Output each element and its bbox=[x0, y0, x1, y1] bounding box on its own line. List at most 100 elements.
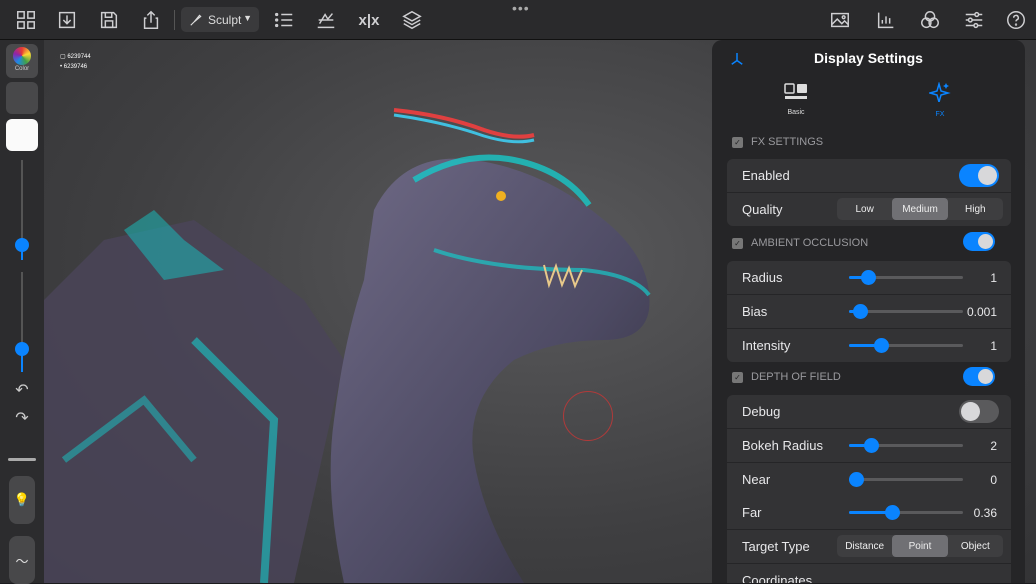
stat-1: ▢ 6239744 bbox=[60, 52, 91, 62]
near-slider[interactable] bbox=[848, 472, 963, 487]
material-swatch[interactable] bbox=[6, 82, 38, 114]
tab-fx-label: FX bbox=[935, 111, 945, 118]
bokeh-radius-value: 2 bbox=[990, 438, 997, 453]
bokeh-radius-slider[interactable] bbox=[849, 438, 963, 453]
share-icon[interactable] bbox=[139, 8, 163, 32]
coordinates-row: Coordinates bbox=[727, 564, 1011, 583]
brush-cursor bbox=[563, 391, 613, 441]
sidebar-divider bbox=[8, 458, 36, 461]
quality-label: Quality bbox=[742, 202, 783, 217]
ambient-occlusion-toggle[interactable] bbox=[963, 232, 995, 251]
image-icon[interactable] bbox=[828, 8, 852, 32]
import-icon[interactable] bbox=[55, 8, 79, 32]
ambient-occlusion-label: AMBIENT OCCLUSION bbox=[751, 237, 869, 249]
chevron-down-icon: ▼ bbox=[243, 13, 252, 23]
target-type-label: Target Type bbox=[742, 539, 810, 554]
undo-icon[interactable]: ↶ bbox=[12, 381, 32, 401]
radius-slider-knob[interactable] bbox=[15, 238, 29, 252]
panel-title: Display Settings bbox=[814, 50, 923, 66]
target-type-segmented-control: Distance Point Object bbox=[837, 535, 1003, 557]
intensity-slider[interactable] bbox=[849, 338, 963, 353]
left-sidebar: Color ↶ ↷ 💡 〜 bbox=[0, 40, 44, 584]
depth-of-field-toggle[interactable] bbox=[963, 367, 995, 386]
target-type-row: Target Type Distance Point Object bbox=[727, 530, 1011, 563]
color-label: Color bbox=[14, 66, 30, 72]
near-row: Near 0 bbox=[727, 463, 1011, 496]
quality-row: Quality Low Medium High bbox=[727, 193, 1011, 226]
bias-value: 0.001 bbox=[966, 304, 997, 319]
bias-slider[interactable] bbox=[849, 304, 963, 319]
color-button[interactable]: Color bbox=[6, 44, 38, 78]
bias-label: Bias bbox=[742, 304, 768, 319]
tab-fx[interactable]: FX bbox=[910, 81, 970, 118]
toolbar-divider bbox=[174, 10, 175, 30]
sliders-icon[interactable] bbox=[962, 8, 986, 32]
bokeh-radius-row: Bokeh Radius 2 bbox=[727, 429, 1011, 462]
more-dots-icon[interactable]: ••• bbox=[512, 1, 530, 15]
basic-icon bbox=[784, 83, 807, 99]
smooth-icon[interactable]: 〜 bbox=[9, 536, 35, 584]
intensity-label: Intensity bbox=[742, 338, 791, 353]
stroke-icon[interactable] bbox=[314, 8, 338, 32]
checkmark-icon: ✓ bbox=[732, 136, 743, 148]
intensity-row: Intensity 1 bbox=[727, 329, 1011, 362]
radius-slider[interactable] bbox=[849, 270, 963, 285]
grid-icon[interactable] bbox=[14, 8, 38, 32]
tool-label: Sculpt bbox=[208, 12, 242, 27]
radius-label: Radius bbox=[742, 270, 783, 285]
radius-row: Radius 1 bbox=[727, 261, 1011, 294]
list-icon[interactable] bbox=[272, 8, 296, 32]
far-row: Far 0.36 bbox=[727, 496, 1011, 529]
depth-of-field-header[interactable]: ✓ DEPTH OF FIELD bbox=[732, 368, 841, 386]
enabled-row: Enabled bbox=[727, 159, 1011, 192]
display-settings-panel: Display Settings Basic FX ✓ FX SETTINGS … bbox=[712, 40, 1025, 583]
fx-settings-label: FX SETTINGS bbox=[751, 136, 824, 148]
lightbulb-icon[interactable]: 💡 bbox=[9, 476, 35, 524]
coordinates-label: Coordinates bbox=[742, 573, 813, 583]
symmetry-icon[interactable]: x|x bbox=[357, 8, 381, 32]
depth-of-field-label: DEPTH OF FIELD bbox=[751, 371, 841, 383]
tool-selector[interactable]: Sculpt ▼ bbox=[181, 7, 259, 32]
bias-row: Bias 0.001 bbox=[727, 295, 1011, 328]
debug-toggle[interactable] bbox=[959, 400, 999, 423]
scene-stats: ▢ 6239744 • 6239746 bbox=[60, 52, 91, 72]
fx-settings-header[interactable]: ✓ FX SETTINGS bbox=[732, 133, 823, 151]
save-icon[interactable] bbox=[97, 8, 121, 32]
layers-icon[interactable] bbox=[400, 8, 424, 32]
checkmark-icon: ✓ bbox=[732, 237, 743, 249]
stat-2: • 6239746 bbox=[60, 62, 91, 72]
far-value: 0.36 bbox=[973, 505, 997, 520]
stats-icon[interactable] bbox=[874, 8, 898, 32]
color-wheel-icon bbox=[13, 47, 31, 65]
tab-basic-label: Basic bbox=[787, 109, 805, 116]
ambient-occlusion-header[interactable]: ✓ AMBIENT OCCLUSION bbox=[732, 234, 868, 252]
checkmark-icon: ✓ bbox=[732, 371, 743, 383]
quality-medium[interactable]: Medium bbox=[892, 198, 948, 220]
enabled-label: Enabled bbox=[742, 168, 790, 183]
brush-icon bbox=[190, 13, 202, 26]
near-value: 0 bbox=[990, 472, 997, 487]
debug-label: Debug bbox=[742, 404, 781, 419]
stat-2-value: 6239746 bbox=[63, 64, 88, 70]
debug-row: Debug bbox=[727, 395, 1011, 428]
top-toolbar: Sculpt ▼ x|x ••• bbox=[0, 0, 1036, 40]
enabled-toggle[interactable] bbox=[959, 164, 999, 187]
target-distance[interactable]: Distance bbox=[837, 535, 892, 557]
redo-icon[interactable]: ↷ bbox=[12, 409, 32, 429]
far-slider[interactable] bbox=[849, 505, 963, 520]
target-object[interactable]: Object bbox=[948, 535, 1003, 557]
intensity-slider-knob[interactable] bbox=[15, 342, 29, 356]
tab-basic[interactable]: Basic bbox=[766, 82, 826, 116]
quality-low[interactable]: Low bbox=[837, 198, 892, 220]
sparkle-icon bbox=[927, 81, 951, 105]
white-color-swatch[interactable] bbox=[6, 119, 38, 151]
help-icon[interactable] bbox=[1004, 8, 1028, 32]
target-point[interactable]: Point bbox=[892, 535, 948, 557]
intensity-slider-track[interactable] bbox=[21, 272, 23, 372]
intensity-value: 1 bbox=[990, 338, 997, 353]
quality-high[interactable]: High bbox=[948, 198, 1003, 220]
bokeh-radius-label: Bokeh Radius bbox=[742, 438, 823, 453]
display-icon[interactable] bbox=[918, 8, 942, 32]
stat-1-value: 6239744 bbox=[67, 54, 91, 60]
radius-value: 1 bbox=[990, 270, 997, 285]
